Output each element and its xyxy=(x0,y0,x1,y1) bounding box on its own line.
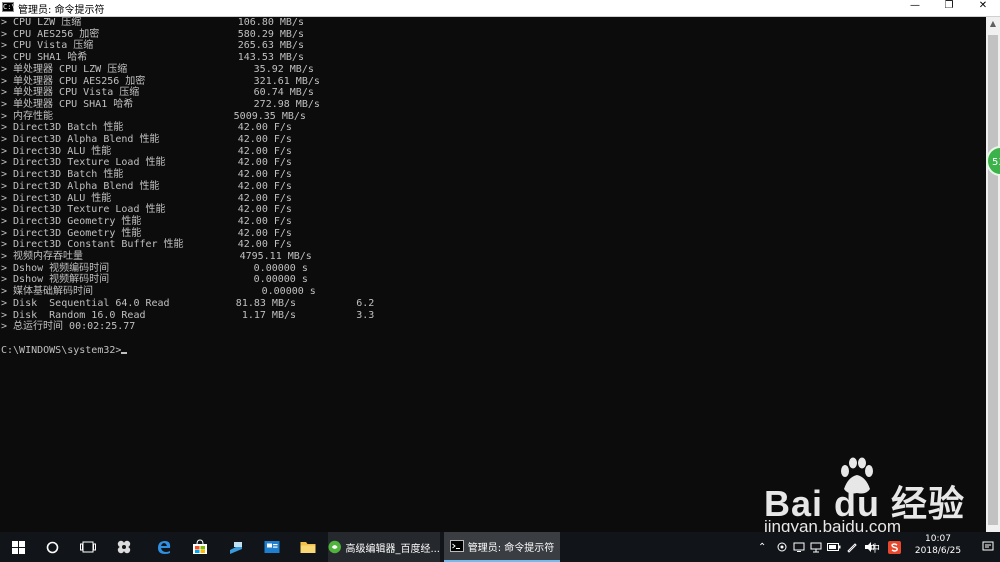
browser-app-icon xyxy=(328,540,341,554)
console-line: > 总运行时间 00:02:25.77 xyxy=(1,321,136,333)
console-line: > CPU SHA1 哈希 143.53 MB/s xyxy=(1,52,304,64)
text-cursor xyxy=(121,352,128,354)
taskbar-clock[interactable]: 10:07 2018/6/25 xyxy=(908,533,968,557)
pen-icon xyxy=(847,543,857,553)
ime-indicator: 中 xyxy=(870,543,880,555)
console-line: > Dshow 视频编码时间 0.00000 s xyxy=(1,262,308,274)
cmd-app-icon[interactable]: C:\ xyxy=(2,2,16,12)
console-line: > Disk Random 16.0 Read 1.17 MB/s 3.3 xyxy=(1,309,375,321)
folder-icon xyxy=(300,542,316,553)
console-line: > 单处理器 CPU AES256 加密 321.61 MB/s xyxy=(1,75,320,87)
taskbar-app-browser-label: 高级编辑器_百度经... xyxy=(345,543,440,555)
sogou-ime-icon xyxy=(888,540,901,554)
chevron-up-icon: ⌃ xyxy=(758,541,767,553)
network-icon xyxy=(793,542,805,552)
taskbar-app-browser[interactable]: 高级编辑器_百度经... xyxy=(328,532,440,562)
console-line: > Direct3D Alpha Blend 性能 42.00 F/s xyxy=(1,180,292,192)
console-line: > 视频内存吞吐量 4795.11 MB/s xyxy=(1,251,312,262)
window-title: 管理员: 命令提示符 xyxy=(18,5,105,16)
edge-browser-icon xyxy=(158,541,171,554)
tray-battery[interactable] xyxy=(827,532,841,562)
close-button[interactable]: ✕ xyxy=(966,0,1000,16)
task-view-button[interactable] xyxy=(74,532,102,562)
pinned-app-remote[interactable] xyxy=(222,532,250,562)
tray-display[interactable] xyxy=(810,532,822,562)
console-line: > Dshow 视频解码时间 0.00000 s xyxy=(1,274,308,286)
pinned-app-store[interactable] xyxy=(186,532,214,562)
pinned-app-mail[interactable] xyxy=(258,532,286,562)
console-line: > Direct3D Constant Buffer 性能 42.00 F/s xyxy=(1,239,292,251)
cmd-app-icon-text: C:\ xyxy=(3,3,16,11)
windows-logo-icon xyxy=(11,540,25,554)
taskbar-app-cmd-label: 管理员: 命令提示符 xyxy=(467,542,555,554)
console-line: > CPU Vista 压缩 265.63 MB/s xyxy=(1,40,304,52)
action-center-icon xyxy=(982,541,994,551)
console-line: > Direct3D ALU 性能 42.00 F/s xyxy=(1,145,292,157)
tray-camera[interactable] xyxy=(776,532,788,562)
monitor-icon xyxy=(810,542,822,553)
minimize-button[interactable]: — xyxy=(898,0,932,16)
console-line: > Disk Sequential 64.0 Read 81.83 MB/s 6… xyxy=(1,297,375,309)
tray-pen[interactable] xyxy=(846,532,858,562)
console-line: > 单处理器 CPU SHA1 哈希 272.98 MB/s xyxy=(1,98,320,110)
pinned-app-edge[interactable] xyxy=(150,532,178,562)
mail-app-icon xyxy=(264,541,280,553)
pinned-app-flower[interactable] xyxy=(110,532,138,562)
console-line: > Direct3D Geometry 性能 42.00 F/s xyxy=(1,215,292,227)
pinned-app-explorer[interactable] xyxy=(294,532,322,562)
search-button[interactable] xyxy=(38,532,66,562)
camera-icon xyxy=(777,542,787,552)
clock-date: 2018/6/25 xyxy=(914,546,962,556)
maximize-button[interactable]: ❐ xyxy=(932,0,966,16)
cortana-circle-icon xyxy=(46,541,58,553)
start-button[interactable] xyxy=(4,532,32,562)
taskbar-app-cmd[interactable]: 管理员: 命令提示符 xyxy=(444,532,560,562)
baidu-watermark: Bai du 经验 jingyan.baidu.com xyxy=(740,455,990,536)
store-icon xyxy=(193,539,207,554)
remote-desktop-icon xyxy=(230,542,242,554)
scroll-thumb[interactable] xyxy=(988,35,998,525)
console-prompt-text: C:\WINDOWS\system32> xyxy=(1,345,122,356)
tray-notifications[interactable] xyxy=(982,532,994,562)
console-line: > 内存性能 5009.35 MB/s xyxy=(1,110,306,122)
console-line: > Direct3D Batch 性能 42.00 F/s xyxy=(1,122,292,134)
console-line: > 单处理器 CPU LZW 压缩 35.92 MB/s xyxy=(1,63,314,75)
window-titlebar[interactable]: C:\ 管理员: 命令提示符 — ❐ ✕ xyxy=(0,0,1000,17)
clock-time: 10:07 xyxy=(925,534,951,544)
console-line: > Direct3D ALU 性能 42.00 F/s xyxy=(1,192,292,204)
console-line: > 单处理器 CPU Vista 压缩 60.74 MB/s xyxy=(1,87,314,99)
tray-network[interactable] xyxy=(793,532,805,562)
console-line: > Direct3D Texture Load 性能 42.00 F/s xyxy=(1,204,292,216)
cmd-terminal-icon xyxy=(449,540,464,552)
console-line: > Direct3D Alpha Blend 性能 42.00 F/s xyxy=(1,134,292,145)
tray-sogou[interactable] xyxy=(888,532,901,562)
flower-app-icon xyxy=(117,540,131,554)
tray-ime[interactable]: 中 xyxy=(870,532,880,562)
console-line: > Direct3D Texture Load 性能 42.00 F/s xyxy=(1,157,292,169)
tray-show-hidden[interactable]: ⌃ xyxy=(758,532,766,562)
console-line: > 媒体基础解码时间 0.00000 s xyxy=(1,286,316,298)
console-prompt: C:\WINDOWS\system32> xyxy=(1,345,128,356)
battery-icon xyxy=(827,543,841,551)
console-line: > CPU LZW 压缩 106.80 MB/s xyxy=(1,17,304,28)
console-line: > Direct3D Batch 性能 42.00 F/s xyxy=(1,169,292,181)
console-line: > CPU AES256 加密 580.29 MB/s xyxy=(1,28,304,40)
scroll-up-arrow-icon[interactable]: ▲ xyxy=(986,17,1000,31)
console-line: > Direct3D Geometry 性能 42.00 F/s xyxy=(1,227,292,239)
task-view-icon xyxy=(80,541,96,553)
taskbar: 高级编辑器_百度经... 管理员: 命令提示符 ⌃ 中 xyxy=(0,532,1000,562)
